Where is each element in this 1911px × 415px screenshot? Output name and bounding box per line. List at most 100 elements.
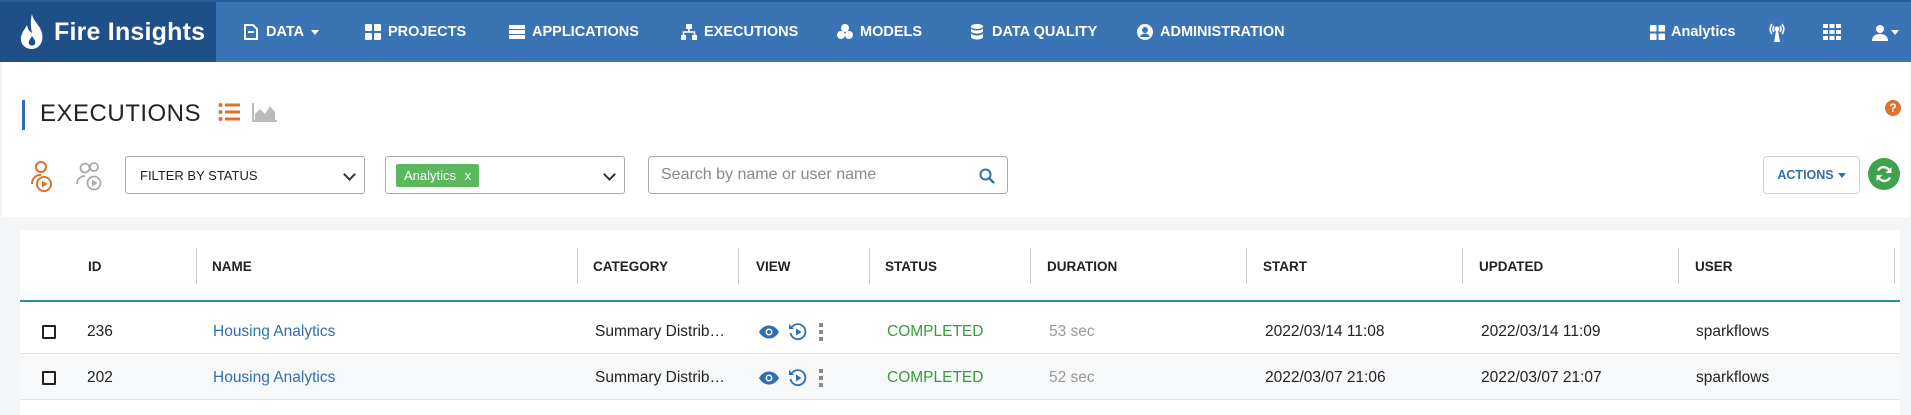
- search-input[interactable]: [649, 157, 969, 193]
- column-header-updated[interactable]: UPDATED: [1479, 230, 1543, 302]
- actions-button[interactable]: ACTIONS: [1763, 156, 1860, 194]
- user-circle-icon: [1137, 24, 1153, 40]
- nav-data[interactable]: DATA: [242, 2, 320, 62]
- nav-applications-label: APPLICATIONS: [532, 24, 639, 40]
- area-chart-icon: [252, 103, 277, 122]
- eye-icon[interactable]: [758, 371, 780, 385]
- server-icon: [509, 25, 525, 39]
- column-header-view: VIEW: [756, 258, 791, 274]
- column-header-category[interactable]: CATEGORY: [593, 230, 668, 302]
- view-actions: [758, 356, 824, 400]
- data-icon: [244, 24, 258, 40]
- tag-remove-button[interactable]: x: [465, 168, 472, 183]
- list-icon: [218, 103, 240, 121]
- cell-category-text: Summary Distribu...: [595, 369, 731, 386]
- nav-projects-label: PROJECTS: [388, 24, 467, 40]
- column-header-duration[interactable]: DURATION: [1047, 230, 1117, 302]
- top-navbar: Fire Insights DATA PROJECTS APPLICATIONS…: [0, 0, 1911, 62]
- chevron-down-icon: [603, 168, 616, 181]
- nav-data-quality-label: DATA QUALITY: [992, 24, 1098, 40]
- table-header: ID NAME CATEGORY VIEW STATUS DURATION ST…: [20, 230, 1900, 302]
- column-divider: [196, 248, 197, 284]
- chevron-down-icon: [311, 29, 320, 35]
- nav-models[interactable]: MODELS: [836, 2, 922, 62]
- column-header-id[interactable]: ID: [88, 230, 102, 302]
- cell-start: 2022/03/14 11:08: [1265, 323, 1385, 340]
- analytics-tag-label: Analytics: [404, 167, 457, 183]
- cell-name-link[interactable]: Housing Analytics: [213, 356, 335, 400]
- status-filter-select[interactable]: FILTER BY STATUS: [125, 156, 365, 194]
- broadcast-button[interactable]: [1766, 2, 1788, 62]
- column-divider: [738, 248, 739, 284]
- help-icon[interactable]: ?: [1885, 100, 1901, 116]
- column-header-name[interactable]: NAME: [212, 230, 252, 302]
- nav-projects[interactable]: PROJECTS: [364, 2, 466, 62]
- cell-category-text: Summary Distribu...: [595, 323, 731, 340]
- column-divider: [869, 248, 870, 284]
- nav-models-label: MODELS: [860, 24, 923, 40]
- column-divider: [1678, 248, 1679, 284]
- grid-icon: [365, 24, 381, 40]
- nav-executions[interactable]: EXECUTIONS: [680, 2, 798, 62]
- my-executions-button[interactable]: [30, 160, 56, 197]
- page-title: EXECUTIONS: [40, 100, 202, 127]
- title-accent-bar: [22, 100, 25, 130]
- view-actions: [758, 310, 824, 354]
- replay-icon[interactable]: [788, 368, 808, 388]
- apps-grid-button[interactable]: [1823, 2, 1841, 62]
- user-menu[interactable]: [1872, 2, 1899, 62]
- checkbox[interactable]: [42, 371, 56, 385]
- row-checkbox[interactable]: [42, 356, 56, 400]
- nav-applications[interactable]: APPLICATIONS: [508, 2, 639, 62]
- column-divider: [1462, 248, 1463, 284]
- column-divider: [1030, 248, 1031, 284]
- replay-icon[interactable]: [788, 322, 808, 342]
- nav-administration[interactable]: ADMINISTRATION: [1136, 2, 1285, 62]
- search-icon[interactable]: [979, 168, 995, 184]
- flame-icon: [20, 14, 43, 49]
- users-play-icon: [76, 162, 102, 191]
- brand-logo[interactable]: Fire Insights: [0, 2, 216, 62]
- cell-start: 2022/03/07 21:06: [1265, 369, 1386, 386]
- checkbox[interactable]: [42, 325, 56, 339]
- refresh-icon: [1876, 165, 1892, 183]
- cell-duration: 52 sec: [1049, 369, 1095, 386]
- nav-data-quality[interactable]: DATA QUALITY: [968, 2, 1097, 62]
- column-header-user[interactable]: USER: [1695, 230, 1733, 302]
- cell-status: COMPLETED: [887, 369, 984, 386]
- search-box: [648, 156, 1008, 194]
- more-vertical-icon[interactable]: [818, 369, 824, 387]
- nav-data-label: DATA: [266, 24, 305, 40]
- refresh-button[interactable]: [1868, 158, 1900, 190]
- table-row: 236 Housing Analytics Summary Distribu..…: [20, 310, 1900, 354]
- sitemap-icon: [681, 24, 697, 40]
- executions-table: ID NAME CATEGORY VIEW STATUS DURATION ST…: [20, 230, 1900, 415]
- column-header-status[interactable]: STATUS: [885, 230, 937, 302]
- cell-name-link[interactable]: Housing Analytics: [213, 310, 335, 354]
- eye-icon[interactable]: [758, 325, 780, 339]
- actions-label: ACTIONS: [1777, 168, 1834, 182]
- cell-updated: 2022/03/07 21:07: [1481, 369, 1602, 386]
- cell-user: sparkflows: [1696, 369, 1770, 386]
- chevron-down-icon: [343, 168, 356, 181]
- nav-executions-label: EXECUTIONS: [704, 24, 799, 40]
- list-view-button[interactable]: [218, 102, 240, 127]
- executions-header: EXECUTIONS ? FILTER BY STATUS Analytics …: [2, 62, 1909, 217]
- column-header-start[interactable]: START: [1263, 230, 1307, 302]
- row-checkbox[interactable]: [42, 310, 56, 354]
- database-icon: [971, 24, 983, 40]
- all-users-executions-button[interactable]: [76, 160, 106, 197]
- cell-category: Summary Distribu...: [595, 356, 731, 400]
- cubes-icon: [837, 24, 853, 39]
- analytics-tag: Analytics x: [396, 163, 480, 187]
- chevron-down-icon: [1891, 29, 1899, 35]
- workspace-tag-select[interactable]: Analytics x: [385, 156, 625, 194]
- chart-view-button[interactable]: [252, 102, 278, 127]
- workspace-label: Analytics: [1671, 24, 1736, 40]
- broadcast-icon: [1769, 23, 1785, 42]
- cell-category: Summary Distribu...: [595, 310, 731, 354]
- cell-status: COMPLETED: [887, 323, 984, 340]
- more-vertical-icon[interactable]: [818, 323, 824, 341]
- workspace-selector[interactable]: Analytics: [1649, 2, 1735, 62]
- column-divider: [1894, 248, 1895, 284]
